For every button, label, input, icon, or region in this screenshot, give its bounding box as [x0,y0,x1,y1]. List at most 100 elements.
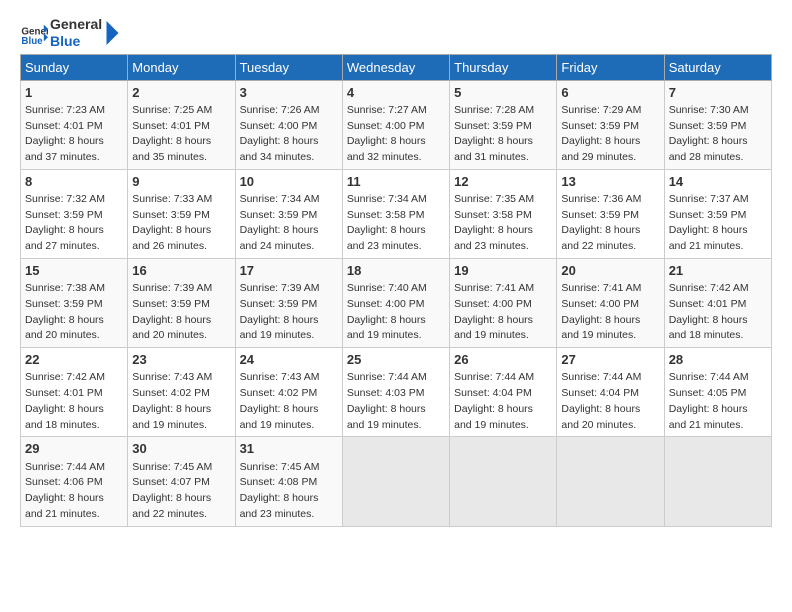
day-number: 2 [132,84,230,102]
day-info: Sunrise: 7:45 AMSunset: 4:08 PMDaylight:… [240,461,320,520]
day-info: Sunrise: 7:32 AMSunset: 3:59 PMDaylight:… [25,193,105,252]
day-number: 1 [25,84,123,102]
day-info: Sunrise: 7:30 AMSunset: 3:59 PMDaylight:… [669,104,749,163]
day-cell: 20 Sunrise: 7:41 AMSunset: 4:00 PMDaylig… [557,258,664,347]
day-cell [664,437,771,526]
day-number: 6 [561,84,659,102]
day-number: 8 [25,173,123,191]
day-cell: 26 Sunrise: 7:44 AMSunset: 4:04 PMDaylig… [450,348,557,437]
day-info: Sunrise: 7:41 AMSunset: 4:00 PMDaylight:… [561,282,641,341]
day-info: Sunrise: 7:43 AMSunset: 4:02 PMDaylight:… [240,371,320,430]
day-info: Sunrise: 7:40 AMSunset: 4:00 PMDaylight:… [347,282,427,341]
day-cell: 9 Sunrise: 7:33 AMSunset: 3:59 PMDayligh… [128,169,235,258]
week-row-2: 8 Sunrise: 7:32 AMSunset: 3:59 PMDayligh… [21,169,772,258]
logo: General Blue General Blue [20,16,124,50]
day-number: 18 [347,262,445,280]
day-info: Sunrise: 7:39 AMSunset: 3:59 PMDaylight:… [240,282,320,341]
day-number: 16 [132,262,230,280]
day-info: Sunrise: 7:34 AMSunset: 3:59 PMDaylight:… [240,193,320,252]
day-number: 23 [132,351,230,369]
day-number: 3 [240,84,338,102]
day-cell: 27 Sunrise: 7:44 AMSunset: 4:04 PMDaylig… [557,348,664,437]
day-number: 24 [240,351,338,369]
header: General Blue General Blue [20,16,772,50]
week-row-3: 15 Sunrise: 7:38 AMSunset: 3:59 PMDaylig… [21,258,772,347]
day-number: 10 [240,173,338,191]
day-info: Sunrise: 7:42 AMSunset: 4:01 PMDaylight:… [25,371,105,430]
day-cell: 15 Sunrise: 7:38 AMSunset: 3:59 PMDaylig… [21,258,128,347]
day-info: Sunrise: 7:29 AMSunset: 3:59 PMDaylight:… [561,104,641,163]
day-cell: 25 Sunrise: 7:44 AMSunset: 4:03 PMDaylig… [342,348,449,437]
day-info: Sunrise: 7:43 AMSunset: 4:02 PMDaylight:… [132,371,212,430]
day-cell: 16 Sunrise: 7:39 AMSunset: 3:59 PMDaylig… [128,258,235,347]
day-cell [450,437,557,526]
day-cell: 12 Sunrise: 7:35 AMSunset: 3:58 PMDaylig… [450,169,557,258]
day-number: 12 [454,173,552,191]
day-info: Sunrise: 7:25 AMSunset: 4:01 PMDaylight:… [132,104,212,163]
day-info: Sunrise: 7:36 AMSunset: 3:59 PMDaylight:… [561,193,641,252]
week-row-5: 29 Sunrise: 7:44 AMSunset: 4:06 PMDaylig… [21,437,772,526]
day-number: 28 [669,351,767,369]
week-row-4: 22 Sunrise: 7:42 AMSunset: 4:01 PMDaylig… [21,348,772,437]
day-info: Sunrise: 7:33 AMSunset: 3:59 PMDaylight:… [132,193,212,252]
weekday-monday: Monday [128,54,235,80]
day-cell: 19 Sunrise: 7:41 AMSunset: 4:00 PMDaylig… [450,258,557,347]
day-info: Sunrise: 7:38 AMSunset: 3:59 PMDaylight:… [25,282,105,341]
day-info: Sunrise: 7:44 AMSunset: 4:06 PMDaylight:… [25,461,105,520]
day-info: Sunrise: 7:42 AMSunset: 4:01 PMDaylight:… [669,282,749,341]
day-number: 29 [25,440,123,458]
day-number: 21 [669,262,767,280]
day-cell: 29 Sunrise: 7:44 AMSunset: 4:06 PMDaylig… [21,437,128,526]
day-info: Sunrise: 7:23 AMSunset: 4:01 PMDaylight:… [25,104,105,163]
day-info: Sunrise: 7:39 AMSunset: 3:59 PMDaylight:… [132,282,212,341]
day-number: 26 [454,351,552,369]
day-info: Sunrise: 7:45 AMSunset: 4:07 PMDaylight:… [132,461,212,520]
day-number: 17 [240,262,338,280]
day-number: 25 [347,351,445,369]
week-row-1: 1 Sunrise: 7:23 AMSunset: 4:01 PMDayligh… [21,80,772,169]
weekday-sunday: Sunday [21,54,128,80]
day-info: Sunrise: 7:28 AMSunset: 3:59 PMDaylight:… [454,104,534,163]
day-cell: 5 Sunrise: 7:28 AMSunset: 3:59 PMDayligh… [450,80,557,169]
day-cell: 3 Sunrise: 7:26 AMSunset: 4:00 PMDayligh… [235,80,342,169]
day-cell: 6 Sunrise: 7:29 AMSunset: 3:59 PMDayligh… [557,80,664,169]
day-number: 9 [132,173,230,191]
logo-blue: Blue [50,33,102,50]
day-number: 11 [347,173,445,191]
day-cell: 4 Sunrise: 7:27 AMSunset: 4:00 PMDayligh… [342,80,449,169]
day-cell: 23 Sunrise: 7:43 AMSunset: 4:02 PMDaylig… [128,348,235,437]
day-cell: 10 Sunrise: 7:34 AMSunset: 3:59 PMDaylig… [235,169,342,258]
day-cell: 13 Sunrise: 7:36 AMSunset: 3:59 PMDaylig… [557,169,664,258]
day-cell: 8 Sunrise: 7:32 AMSunset: 3:59 PMDayligh… [21,169,128,258]
day-cell: 2 Sunrise: 7:25 AMSunset: 4:01 PMDayligh… [128,80,235,169]
day-number: 13 [561,173,659,191]
day-info: Sunrise: 7:37 AMSunset: 3:59 PMDaylight:… [669,193,749,252]
day-number: 5 [454,84,552,102]
day-info: Sunrise: 7:27 AMSunset: 4:00 PMDaylight:… [347,104,427,163]
day-cell: 22 Sunrise: 7:42 AMSunset: 4:01 PMDaylig… [21,348,128,437]
day-cell: 24 Sunrise: 7:43 AMSunset: 4:02 PMDaylig… [235,348,342,437]
day-number: 15 [25,262,123,280]
day-cell: 14 Sunrise: 7:37 AMSunset: 3:59 PMDaylig… [664,169,771,258]
day-number: 22 [25,351,123,369]
day-cell [342,437,449,526]
weekday-friday: Friday [557,54,664,80]
day-number: 14 [669,173,767,191]
logo-arrow-icon [104,18,124,48]
day-cell: 31 Sunrise: 7:45 AMSunset: 4:08 PMDaylig… [235,437,342,526]
logo-general: General [50,16,102,33]
page-container: General Blue General Blue SundayMondayTu… [0,0,792,537]
logo-icon: General Blue [20,19,48,47]
svg-text:Blue: Blue [21,36,43,47]
day-cell: 30 Sunrise: 7:45 AMSunset: 4:07 PMDaylig… [128,437,235,526]
weekday-header-row: SundayMondayTuesdayWednesdayThursdayFrid… [21,54,772,80]
day-cell: 11 Sunrise: 7:34 AMSunset: 3:58 PMDaylig… [342,169,449,258]
day-info: Sunrise: 7:44 AMSunset: 4:04 PMDaylight:… [561,371,641,430]
day-number: 30 [132,440,230,458]
day-cell [557,437,664,526]
day-number: 19 [454,262,552,280]
day-cell: 18 Sunrise: 7:40 AMSunset: 4:00 PMDaylig… [342,258,449,347]
day-info: Sunrise: 7:26 AMSunset: 4:00 PMDaylight:… [240,104,320,163]
weekday-wednesday: Wednesday [342,54,449,80]
day-number: 31 [240,440,338,458]
